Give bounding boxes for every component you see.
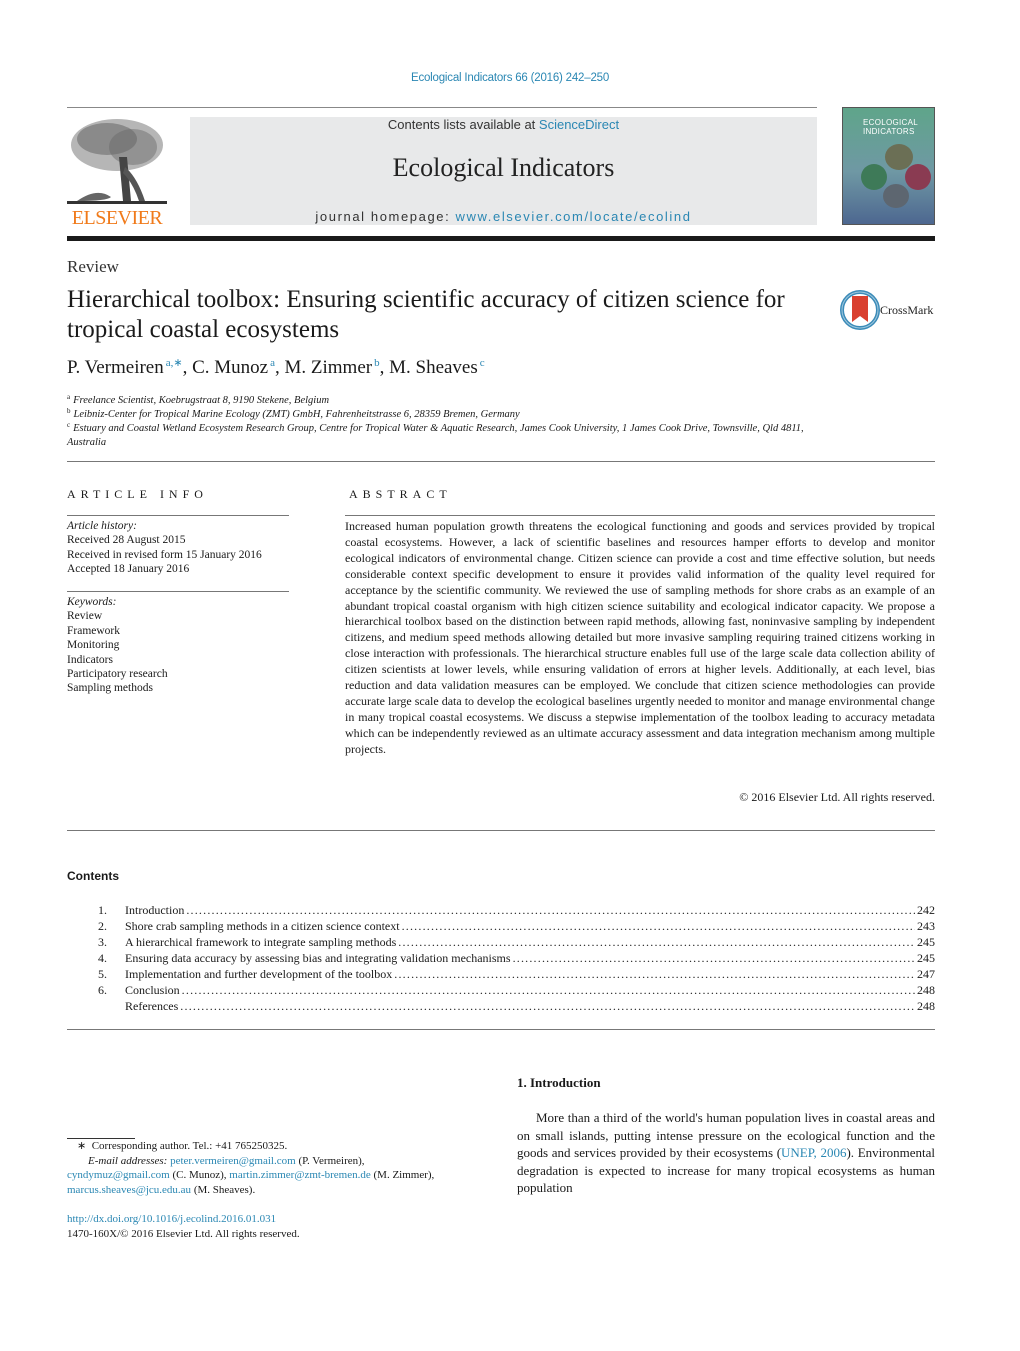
elsevier-tree-icon	[67, 119, 167, 204]
author-list: P. Vermeiren a,∗, C. Munoz a, M. Zimmer b, …	[67, 357, 485, 378]
abstract-copyright: © 2016 Elsevier Ltd. All rights reserved…	[739, 790, 935, 804]
article-title: Hierarchical toolbox: Ensuring scientifi…	[67, 286, 785, 343]
doi-link[interactable]: http://dx.doi.org/10.1016/j.ecolind.2016…	[67, 1212, 300, 1227]
email-link[interactable]: peter.vermeiren@gmail.com	[170, 1155, 296, 1167]
journal-homepage: journal homepage: www.elsevier.com/locat…	[315, 209, 692, 224]
keywords-rule	[67, 591, 289, 592]
citation-link[interactable]: UNEP, 2006	[781, 1145, 846, 1160]
article-info-heading: ARTICLE INFO	[67, 487, 208, 501]
crossmark-icon	[840, 290, 880, 330]
abstract-body: Increased human population growth threat…	[345, 519, 935, 756]
email-link[interactable]: martin.zimmer@zmt-bremen.de	[229, 1169, 370, 1181]
journal-homepage-link[interactable]: www.elsevier.com/locate/ecolind	[456, 209, 692, 224]
article-history: Article history: Received 28 August 2015…	[67, 520, 262, 576]
crossmark-button[interactable]: CrossMark	[840, 290, 940, 330]
journal-title: Ecological Indicators	[392, 153, 615, 182]
keyword: Indicators	[67, 653, 113, 666]
keyword: Monitoring	[67, 639, 120, 652]
crossmark-label: CrossMark	[880, 303, 934, 317]
toc-entry[interactable]: 6. Conclusion............................…	[67, 982, 935, 998]
table-of-contents: 1. Introduction..........................…	[67, 902, 935, 1014]
journal-reference-link[interactable]: Ecological Indicators 66 (2016) 242–250	[0, 72, 1020, 84]
toc-entry[interactable]: 5. Implementation and further development…	[67, 966, 935, 982]
section-divider	[67, 461, 935, 462]
section-divider	[67, 830, 935, 831]
contents-heading: Contents	[67, 869, 119, 883]
author[interactable]: M. Zimmer b	[285, 357, 380, 378]
author[interactable]: P. Vermeiren a,∗	[67, 357, 183, 378]
email-link[interactable]: marcus.sheaves@jcu.edu.au	[67, 1184, 191, 1196]
toc-entry[interactable]: 2. Shore crab sampling methods in a citiz…	[67, 918, 935, 934]
keyword: Review	[67, 610, 103, 623]
sciencedirect-link[interactable]: ScienceDirect	[539, 117, 619, 132]
corresponding-author-footnote: ∗ Corresponding author. Tel.: +41 765250…	[67, 1140, 435, 1196]
section-divider	[67, 1029, 935, 1030]
affiliation: c Estuary and Coastal Wetland Ecosystem R…	[67, 421, 804, 448]
issn-copyright: 1470-160X/© 2016 Elsevier Ltd. All right…	[67, 1227, 300, 1240]
toc-entry[interactable]: References..............................…	[67, 998, 935, 1014]
toc-entry[interactable]: 4. Ensuring data accuracy by assessing bi…	[67, 950, 935, 966]
email-link[interactable]: cyndymuz@gmail.com	[67, 1169, 170, 1181]
toc-entry[interactable]: 3. A hierarchical framework to integrate …	[67, 934, 935, 950]
author[interactable]: M. Sheaves c	[389, 357, 485, 378]
header-thick-rule	[67, 236, 935, 241]
header-rule	[67, 107, 817, 108]
keyword: Framework	[67, 624, 121, 637]
doi-block: http://dx.doi.org/10.1016/j.ecolind.2016…	[67, 1212, 300, 1241]
journal-banner: Contents lists available at ScienceDirec…	[190, 117, 817, 225]
cover-photo-2	[861, 164, 887, 190]
cover-title: ECOLOGICAL INDICATORS	[863, 118, 919, 136]
abstract-heading: ABSTRACT	[349, 487, 452, 501]
introduction-body: More than a third of the world's human p…	[517, 1110, 935, 1195]
abstract-rule	[345, 515, 935, 516]
introduction-heading: 1. Introduction	[517, 1075, 601, 1090]
cover-photo-4	[883, 184, 909, 208]
contents-available: Contents lists available at ScienceDirec…	[387, 117, 620, 132]
cover-photo-3	[905, 164, 931, 190]
author[interactable]: C. Munoz a	[192, 357, 275, 378]
toc-entry[interactable]: 1. Introduction..........................…	[67, 902, 935, 918]
keyword: Sampling methods	[67, 682, 153, 695]
article-info-rule	[67, 515, 289, 516]
journal-cover-thumbnail[interactable]: ECOLOGICAL INDICATORS	[842, 107, 935, 225]
elsevier-logo[interactable]: ELSEVIER	[67, 117, 167, 229]
article-type: Review	[67, 257, 119, 276]
elsevier-wordmark: ELSEVIER	[71, 207, 163, 229]
keywords: Keywords: Review Framework Monitoring In…	[67, 595, 289, 696]
keyword: Participatory research	[67, 668, 168, 681]
